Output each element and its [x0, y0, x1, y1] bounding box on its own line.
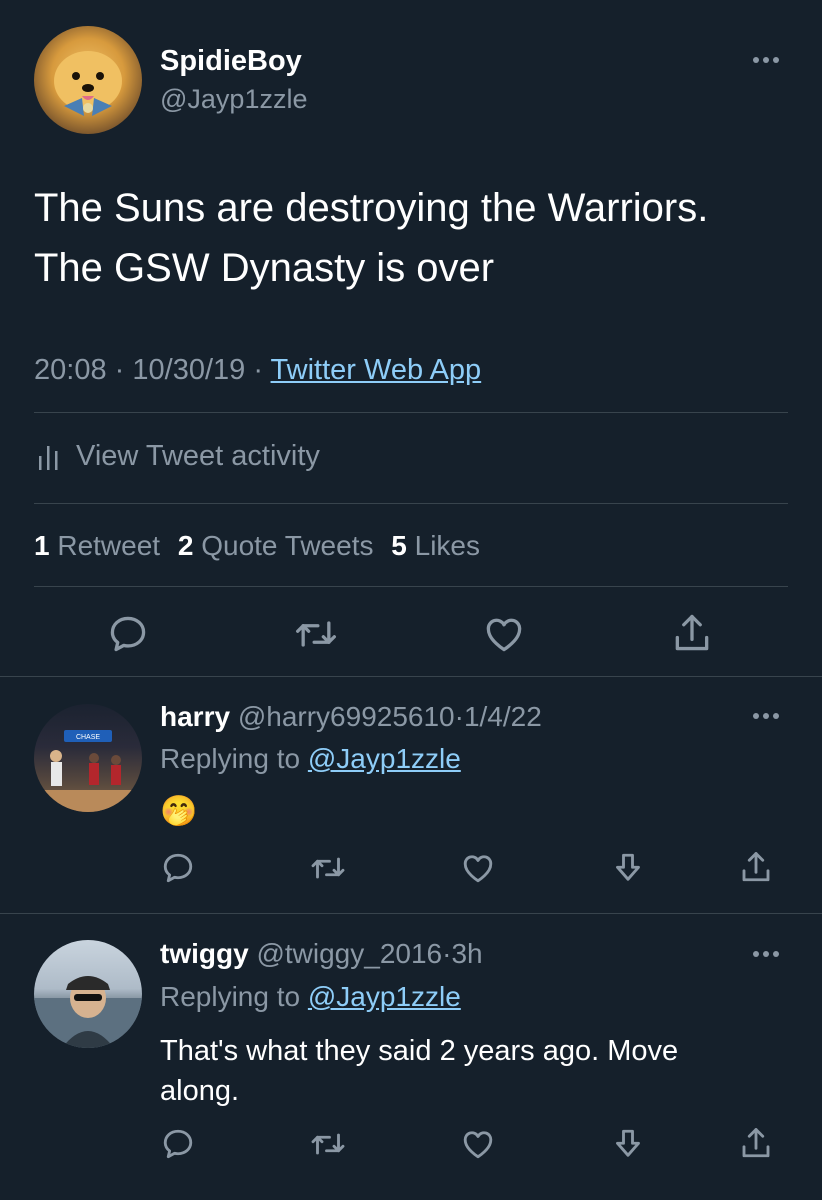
- retweet-icon[interactable]: [292, 612, 340, 656]
- tweet-meta: 20:08 · 10/30/19 · Twitter Web App: [34, 352, 481, 388]
- more-options-icon[interactable]: [753, 713, 779, 719]
- reply-avatar[interactable]: CHASE: [34, 704, 142, 812]
- meta-separator: ·: [114, 354, 125, 386]
- svg-text:CHASE: CHASE: [76, 734, 100, 741]
- downvote-icon[interactable]: [610, 850, 646, 886]
- divider: [34, 586, 788, 587]
- tweet-text-line-2: The GSW Dynasty is over: [34, 246, 495, 290]
- likes-count: 5: [391, 530, 407, 561]
- likes-stat[interactable]: 5 Likes: [391, 530, 480, 561]
- tweet-date: 10/30/19: [132, 354, 246, 386]
- author-handle[interactable]: @Jayp1zzle: [160, 83, 307, 115]
- reply-author-name[interactable]: harry: [160, 701, 230, 732]
- reply-author-name[interactable]: twiggy: [160, 938, 249, 969]
- downvote-icon[interactable]: [610, 1126, 646, 1162]
- replying-to-prefix: Replying to: [160, 743, 301, 774]
- retweets-count: 1: [34, 530, 50, 561]
- author-avatar[interactable]: [34, 26, 142, 134]
- replying-to-link[interactable]: @Jayp1zzle: [308, 981, 461, 1012]
- retweet-icon[interactable]: [308, 1126, 348, 1162]
- reply-text: 🤭: [160, 795, 198, 828]
- reply-author-handle[interactable]: @twiggy_2016: [256, 938, 442, 969]
- quotes-count: 2: [177, 530, 194, 561]
- likes-label: Likes: [414, 530, 480, 561]
- reply-text-line-1: That's what they said 2 years ago. Move: [160, 1035, 679, 1067]
- share-icon[interactable]: [670, 610, 714, 656]
- tweet-stats: 1 Retweet 2 Quote Tweets 5 Likes: [34, 528, 480, 564]
- reply-header: twiggy @twiggy_2016·3h: [160, 937, 483, 971]
- reply-icon[interactable]: [106, 612, 150, 656]
- like-icon[interactable]: [460, 1126, 496, 1162]
- divider: [0, 676, 822, 677]
- quotes-label: Quote Tweets: [201, 530, 374, 561]
- divider: [34, 503, 788, 504]
- reply-time[interactable]: 1/4/22: [464, 701, 542, 732]
- retweet-icon[interactable]: [308, 850, 348, 886]
- meta-separator: ·: [253, 354, 263, 386]
- reply-author-handle[interactable]: @harry69925610: [238, 701, 455, 732]
- view-tweet-activity[interactable]: View Tweet activity: [34, 436, 320, 476]
- reply-text-line-2: along.: [160, 1075, 240, 1107]
- reply-icon[interactable]: [160, 1126, 196, 1162]
- retweets-stat[interactable]: 1 Retweet: [34, 530, 168, 561]
- replying-to-link[interactable]: @Jayp1zzle: [308, 743, 461, 774]
- retweets-label: Retweet: [57, 530, 161, 561]
- replying-to: Replying to @Jayp1zzle: [160, 742, 461, 776]
- replying-to: Replying to @Jayp1zzle: [160, 980, 461, 1014]
- tweet-source-link[interactable]: Twitter Web App: [271, 354, 482, 386]
- share-icon[interactable]: [738, 1124, 774, 1162]
- meta-separator: ·: [454, 701, 464, 732]
- reply-avatar[interactable]: [34, 940, 142, 1048]
- author-name[interactable]: SpidieBoy: [160, 44, 302, 78]
- view-tweet-activity-label: View Tweet activity: [76, 439, 320, 472]
- like-icon[interactable]: [460, 850, 496, 886]
- divider: [34, 412, 788, 413]
- replying-to-prefix: Replying to: [160, 981, 301, 1012]
- activity-bars-icon: [34, 440, 62, 472]
- divider: [0, 913, 822, 914]
- like-icon[interactable]: [482, 612, 526, 656]
- reply-header: harry @harry69925610·1/4/22: [160, 700, 542, 734]
- more-options-icon[interactable]: [753, 57, 779, 63]
- tweet-time: 20:08: [34, 354, 107, 386]
- reply-time[interactable]: 3h: [451, 938, 482, 969]
- share-icon[interactable]: [738, 848, 774, 886]
- tweet-text-line-1: The Suns are destroying the Warriors.: [34, 186, 709, 230]
- reply-icon[interactable]: [160, 850, 196, 886]
- more-options-icon[interactable]: [753, 951, 779, 957]
- quotes-stat[interactable]: 2 Quote Tweets: [178, 530, 381, 561]
